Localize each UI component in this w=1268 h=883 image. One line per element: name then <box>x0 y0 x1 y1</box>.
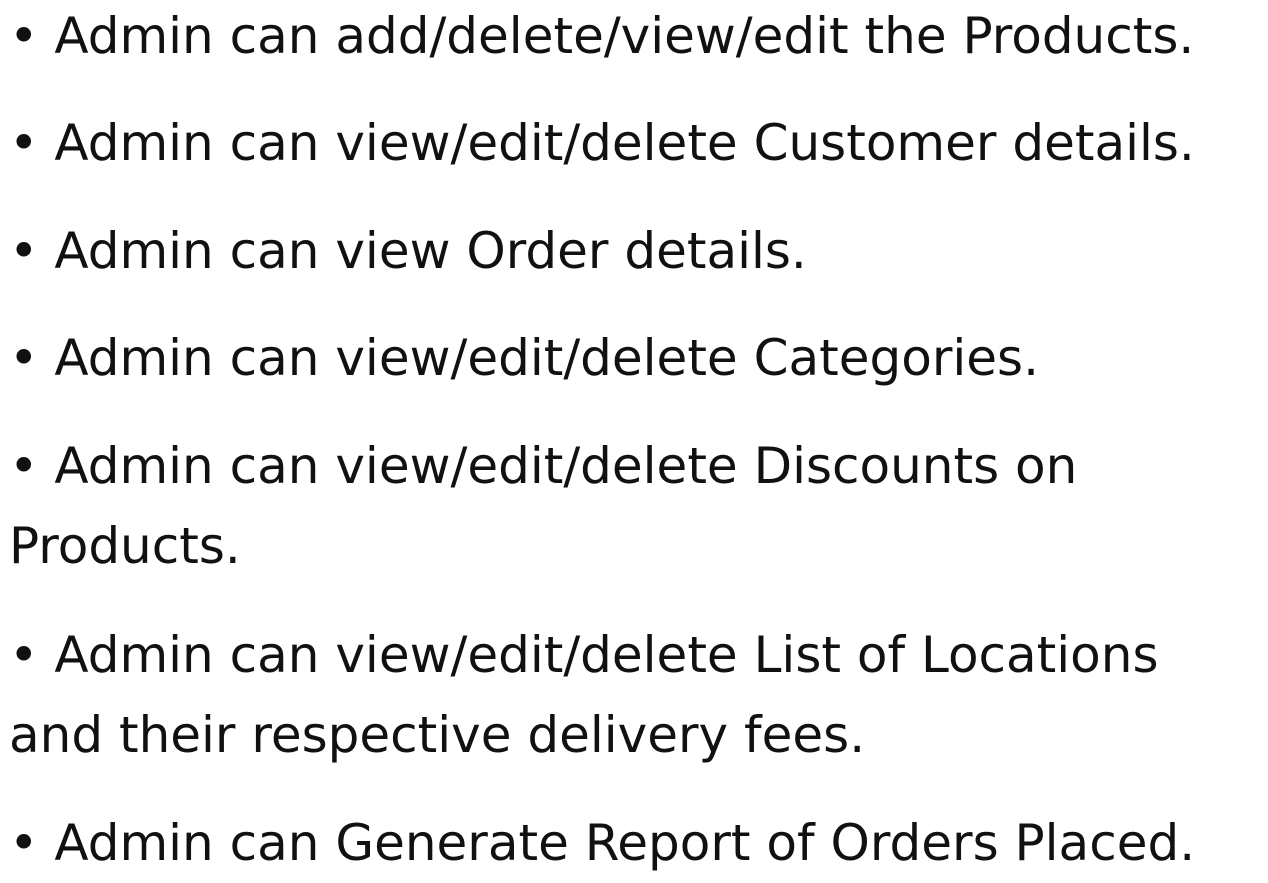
bullet-text: • Admin can view/edit/delete Discounts o… <box>9 437 1078 495</box>
bullet-text: • Admin can view Order details. <box>9 222 807 280</box>
bullet-text: • Admin can Generate Report of Orders Pl… <box>9 814 1196 872</box>
bullet-item-locations: • Admin can view/edit/delete List of Loc… <box>9 615 1159 775</box>
bullet-text: • Admin can add/delete/view/edit the Pro… <box>9 7 1195 65</box>
bullet-item-reports: • Admin can Generate Report of Orders Pl… <box>9 803 1195 883</box>
bullet-text-continuation: Products. <box>9 517 241 575</box>
bullet-item-orders: • Admin can view Order details. <box>9 211 807 291</box>
bullet-item-categories: • Admin can view/edit/delete Categories. <box>9 318 1039 398</box>
bullet-item-products: • Admin can add/delete/view/edit the Pro… <box>9 0 1194 76</box>
bullet-item-customers: • Admin can view/edit/delete Customer de… <box>9 103 1195 183</box>
bullet-item-discounts: • Admin can view/edit/delete Discounts o… <box>9 426 1077 586</box>
bullet-text: • Admin can view/edit/delete Categories. <box>9 329 1039 387</box>
bullet-text: • Admin can view/edit/delete Customer de… <box>9 114 1195 172</box>
bullet-text: • Admin can view/edit/delete List of Loc… <box>9 626 1159 684</box>
bullet-text-continuation: and their respective delivery fees. <box>9 706 866 764</box>
